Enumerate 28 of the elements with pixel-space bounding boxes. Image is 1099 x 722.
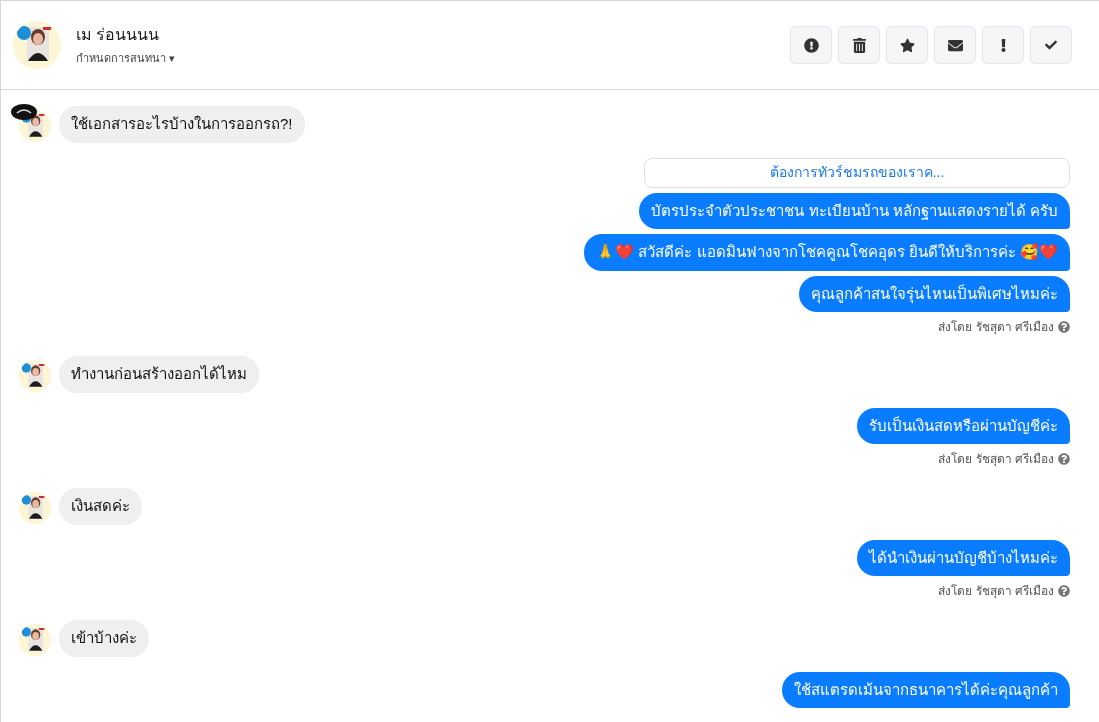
- contact-name: เม ร่อนนนน: [76, 25, 161, 46]
- outgoing-message: คุณลูกค้าสนใจรุ่นไหนเป็นพิเศษไหมค่ะ: [799, 275, 1070, 312]
- help-icon: [1058, 321, 1070, 333]
- incoming-message: ทำงานก่อนสร้างออกได้ไหม: [59, 356, 259, 393]
- sender-note: ส่งโดย รัชสุดา ศรีเมือง: [938, 319, 1054, 336]
- conversation-menu[interactable]: กำหนดการสนทนา ▾: [76, 50, 176, 67]
- outgoing-message: 🙏❤ สวัสดีค่ะ แอดมินฟางจากโชคคูณโชคอุดร ยินดีให้บริการค่ะ 🥰❤: [584, 234, 1070, 271]
- toolbar-button[interactable]: [886, 26, 928, 64]
- outgoing-message: ได้นำเงินผ่านบัญชีบ้างไหมค่ะ: [857, 539, 1070, 576]
- sender-note: ส่งโดย รัชสุดา ศรีเมือง: [938, 451, 1054, 468]
- envelope-icon: [947, 37, 963, 53]
- toolbar-button[interactable]: [934, 26, 976, 64]
- toolbar-button[interactable]: [790, 26, 832, 64]
- outgoing-message: ใช้สแตรดเม้นจากธนาคารได้ค่ะคุณลูกค้า: [782, 671, 1070, 708]
- trash-icon: [851, 37, 867, 53]
- alert-icon: [803, 37, 819, 53]
- incoming-message: เงินสดค่ะ: [59, 488, 142, 525]
- check-icon: [1045, 39, 1057, 51]
- star-icon: [899, 37, 915, 53]
- quick-reply-button[interactable]: ต้องการทัวร์ชมรถของเราค...: [644, 157, 1070, 188]
- incoming-message: ใช้เอกสารอะไรบ้างในการออกรถ?!: [59, 106, 305, 143]
- incoming-message: เข้าบ้างค่ะ: [59, 620, 149, 657]
- help-icon: [1058, 585, 1070, 597]
- sender-note: ส่งโดย รัชสุดา ศรีเมือง: [938, 583, 1054, 600]
- help-icon: [1058, 453, 1070, 465]
- outgoing-message: รับเป็นเงินสดหรือผ่านบัญชีค่ะ: [857, 407, 1070, 444]
- toolbar-button[interactable]: [838, 26, 880, 64]
- outgoing-message: บัตรประจำตัวประชาชน ทะเบียนบ้าน หลักฐานแสดงรายได้ ครับ: [639, 192, 1070, 229]
